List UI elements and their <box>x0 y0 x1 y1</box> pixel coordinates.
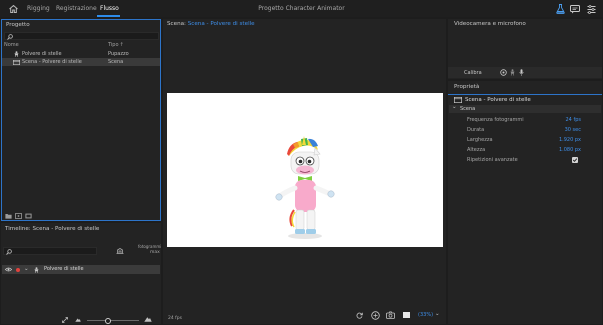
property-label: Ripetizioni avanzate <box>467 157 518 163</box>
puppet-icon <box>14 51 19 57</box>
expand-chevron-icon[interactable]: ⌄ <box>24 265 29 274</box>
camera-microphone-panel: Videocamera e microfono Calibra <box>448 19 602 79</box>
timeline-zoom-handle[interactable] <box>105 317 111 324</box>
project-item-type: Pupazzo <box>108 51 129 57</box>
properties-panel-title: Proprietà <box>454 84 480 90</box>
property-row: Larghezza 1.920 px <box>448 137 602 145</box>
home-icon[interactable] <box>8 4 18 13</box>
property-row: Durata 30 sec <box>448 127 602 135</box>
timeline-panel-title: Timeline: Scena - Polvere di stelle <box>5 226 100 232</box>
workspace-menu-icon[interactable] <box>586 4 596 14</box>
column-header-type[interactable]: Tipo↑ <box>108 42 124 48</box>
zoom-level[interactable]: (33%) <box>418 312 433 318</box>
project-item-puppet[interactable]: Polvere di stelle Pupazzo <box>2 50 160 58</box>
scene-title-name[interactable]: Scena - Polvere di stelle <box>188 21 255 27</box>
zoom-fit-icon[interactable] <box>62 317 68 323</box>
top-bar: Progetto Character Animator Rigging Regi… <box>0 0 603 17</box>
sort-arrow-icon: ↑ <box>119 42 124 48</box>
scene-icon <box>13 59 20 65</box>
project-item-name: Polvere di stelle <box>22 51 62 57</box>
camera-controls-bar: Calibra <box>448 67 602 78</box>
properties-object-name: Scena - Polvere di stelle <box>465 96 531 103</box>
calibrate-button[interactable]: Calibra <box>464 70 482 76</box>
track-label: Polvere di stelle <box>44 266 84 272</box>
section-title: Scena <box>460 106 476 112</box>
frame-rate-label: fotogrammi <box>138 244 162 249</box>
project-item-name: Scena - Polvere di stelle <box>22 59 82 65</box>
camera-capture-icon[interactable] <box>386 311 395 319</box>
properties-section-header[interactable]: ⌄ Scena <box>449 104 601 113</box>
scene-panel-title: Scena: Scena - Polvere di stelle <box>167 21 255 27</box>
frame-rate-value[interactable]: max <box>150 250 160 255</box>
export-flask-icon[interactable] <box>555 4 565 14</box>
properties-panel-active-line <box>448 94 602 95</box>
property-value[interactable]: 1.920 px <box>559 137 581 143</box>
tab-registrazione[interactable]: Registrazione <box>56 0 97 17</box>
new-folder-icon[interactable] <box>5 213 12 219</box>
record-arm-icon[interactable] <box>16 267 20 272</box>
camera-toggle-icon[interactable] <box>500 69 507 76</box>
column-header-name[interactable]: Nome <box>4 42 19 48</box>
puppet-tracking-icon[interactable] <box>510 69 515 76</box>
property-value[interactable]: 1.080 px <box>559 147 581 153</box>
audio-badge-icon[interactable] <box>371 311 380 320</box>
import-icon[interactable] <box>25 213 32 219</box>
property-label: Larghezza <box>467 137 493 143</box>
project-panel: Progetto Nome Tipo↑ Polvere di stelle Pu… <box>1 19 161 221</box>
project-search-input[interactable] <box>4 32 159 40</box>
zoom-dropdown-chevron-icon[interactable]: ⌄ <box>435 311 440 317</box>
scene-fps-readout: 24 fps <box>168 316 182 321</box>
property-label: Altezza <box>467 147 486 153</box>
timeline-track-row[interactable]: ⌄ Polvere di stelle <box>2 265 160 274</box>
zoom-in-mountain-icon[interactable] <box>144 316 152 322</box>
scene-icon <box>454 97 462 103</box>
property-value[interactable]: 30 sec <box>565 127 581 133</box>
properties-panel: Proprietà Scena - Polvere di stelle ⌄ Sc… <box>448 81 602 324</box>
camera-panel-title: Videocamera e microfono <box>454 21 526 27</box>
unicorn-puppet-image <box>275 136 335 239</box>
property-label: Frequenza fotogrammi <box>467 117 524 123</box>
property-row: Ripetizioni avanzate <box>448 157 602 165</box>
background-color-swatch[interactable] <box>403 312 410 318</box>
property-label: Durata <box>467 127 485 133</box>
stage-icon[interactable] <box>116 248 124 254</box>
section-chevron-icon: ⌄ <box>452 104 457 110</box>
active-tab-indicator <box>97 15 120 17</box>
refresh-icon[interactable] <box>356 312 363 319</box>
microphone-icon[interactable] <box>519 69 524 76</box>
feedback-icon[interactable] <box>570 4 580 14</box>
visibility-eye-icon[interactable] <box>5 267 12 272</box>
advanced-repeat-checkbox[interactable] <box>572 157 578 163</box>
property-row: Frequenza fotogrammi 24 fps <box>448 117 602 125</box>
timeline-search-input[interactable] <box>3 247 97 255</box>
scene-title-prefix: Scena: <box>167 21 186 27</box>
search-icon <box>6 249 12 255</box>
zoom-out-mountain-icon[interactable] <box>75 317 81 322</box>
property-value[interactable]: 24 fps <box>566 117 582 123</box>
tab-rigging[interactable]: Rigging <box>27 0 50 17</box>
column-header-type-label: Tipo <box>108 42 119 48</box>
new-scene-icon[interactable] <box>15 213 22 219</box>
project-item-type: Scena <box>108 59 124 65</box>
project-panel-title: Progetto <box>6 22 30 28</box>
property-row: Altezza 1.080 px <box>448 147 602 155</box>
timeline-zoom-slider[interactable] <box>87 320 139 321</box>
search-icon <box>7 34 13 40</box>
project-item-scene[interactable]: Scena - Polvere di stelle Scena <box>2 58 160 66</box>
puppet-icon <box>34 266 39 273</box>
scene-stage-canvas[interactable] <box>167 93 443 247</box>
scene-panel: Scena: Scena - Polvere di stelle 24 fps … <box>163 19 446 324</box>
timeline-panel: Timeline: Scena - Polvere di stelle foto… <box>1 223 161 324</box>
